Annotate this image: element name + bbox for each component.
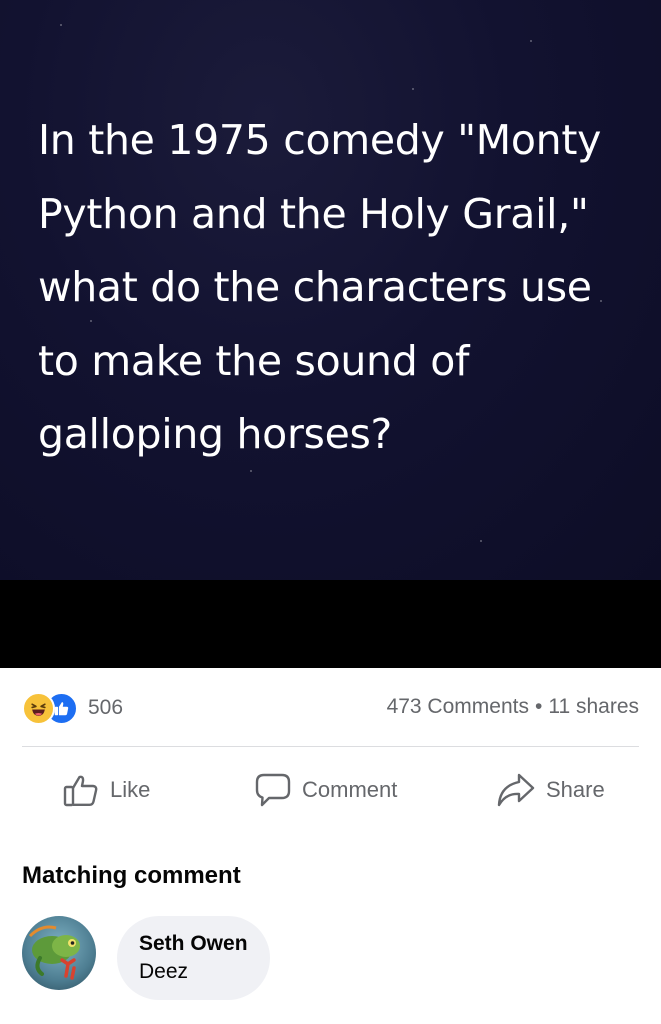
post-action-bar: Like Comment Share <box>0 760 661 818</box>
reactions-summary[interactable]: 506 <box>22 691 124 725</box>
comment-bubble: Seth Owen Deez <box>117 916 270 1000</box>
facebook-post-view: In the 1975 comedy "Monty Python and the… <box>0 0 661 1024</box>
comment-label: Comment <box>302 777 398 802</box>
share-arrow-icon <box>496 771 536 809</box>
like-button[interactable]: Like <box>62 770 150 810</box>
question-text: In the 1975 comedy "Monty Python and the… <box>38 116 602 458</box>
star-dot <box>480 540 482 542</box>
comments-count-link[interactable]: 473 Comments <box>387 695 529 718</box>
divider <box>22 746 639 747</box>
like-label: Like <box>110 777 151 802</box>
star-dot <box>60 24 62 26</box>
thumbs-up-icon <box>62 771 100 809</box>
comments-shares-summary: 473 Comments • 11 shares <box>387 695 639 719</box>
haha-reaction-icon <box>22 691 55 725</box>
comment-item: Seth Owen Deez <box>22 914 642 1004</box>
commenter-avatar[interactable] <box>22 916 96 990</box>
comment-button[interactable]: Comment <box>254 770 397 810</box>
shares-count-link[interactable]: 11 shares <box>548 695 639 718</box>
matching-comment-heading: Matching comment <box>22 862 241 889</box>
speech-bubble-icon <box>254 771 292 809</box>
separator-dot: • <box>534 695 543 718</box>
reaction-count: 506 <box>88 696 124 719</box>
star-dot <box>530 40 532 42</box>
post-stats-bar: 506 473 Comments • 11 shares <box>0 668 661 746</box>
star-dot <box>412 88 414 90</box>
comment-author[interactable]: Seth Owen <box>139 930 248 958</box>
comment-text: Deez <box>139 960 189 983</box>
question-card: In the 1975 comedy "Monty Python and the… <box>0 0 661 580</box>
share-button[interactable]: Share <box>496 770 605 810</box>
share-label: Share <box>546 777 605 802</box>
post-image[interactable]: In the 1975 comedy "Monty Python and the… <box>0 0 661 668</box>
